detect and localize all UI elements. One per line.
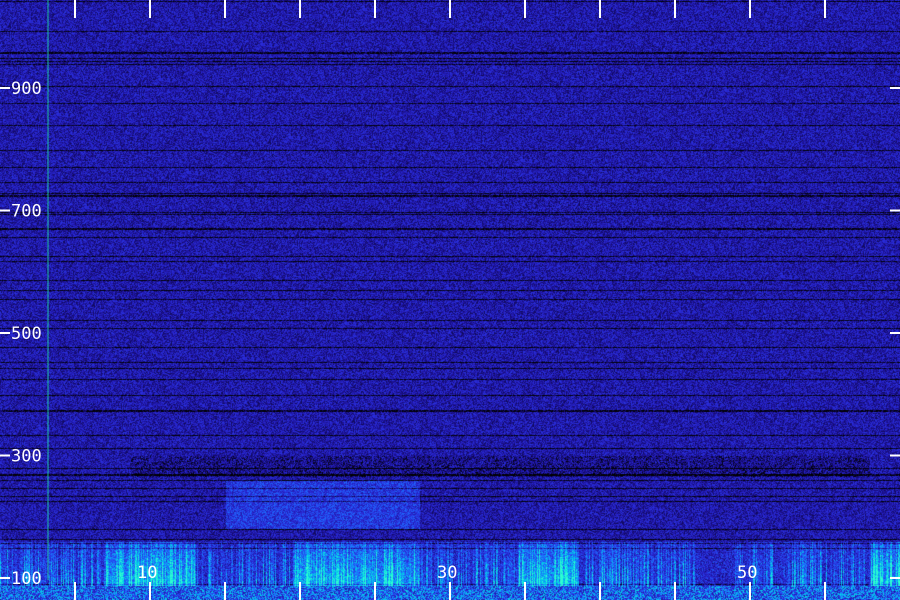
x-axis-bottom — [74, 582, 826, 600]
spectrogram-axes: 900 700 500 300 100 10 30 50 — [0, 0, 900, 600]
y-tick-label: 500 — [11, 324, 42, 344]
y-axis-left — [0, 87, 10, 579]
y-tick-label: 100 — [11, 569, 42, 589]
x-tick-label: 30 — [437, 563, 457, 583]
x-tick-label: 10 — [137, 563, 157, 583]
y-tick-label: 300 — [11, 447, 42, 467]
y-tick-label: 700 — [11, 202, 42, 222]
spectrogram-view: 900 700 500 300 100 10 30 50 — [0, 0, 900, 600]
y-axis-right — [890, 87, 900, 579]
x-tick-label: 50 — [737, 563, 757, 583]
y-tick-label: 900 — [11, 79, 42, 99]
tick-labels: 900 700 500 300 100 10 30 50 — [11, 79, 757, 589]
x-axis-top — [74, 0, 826, 18]
